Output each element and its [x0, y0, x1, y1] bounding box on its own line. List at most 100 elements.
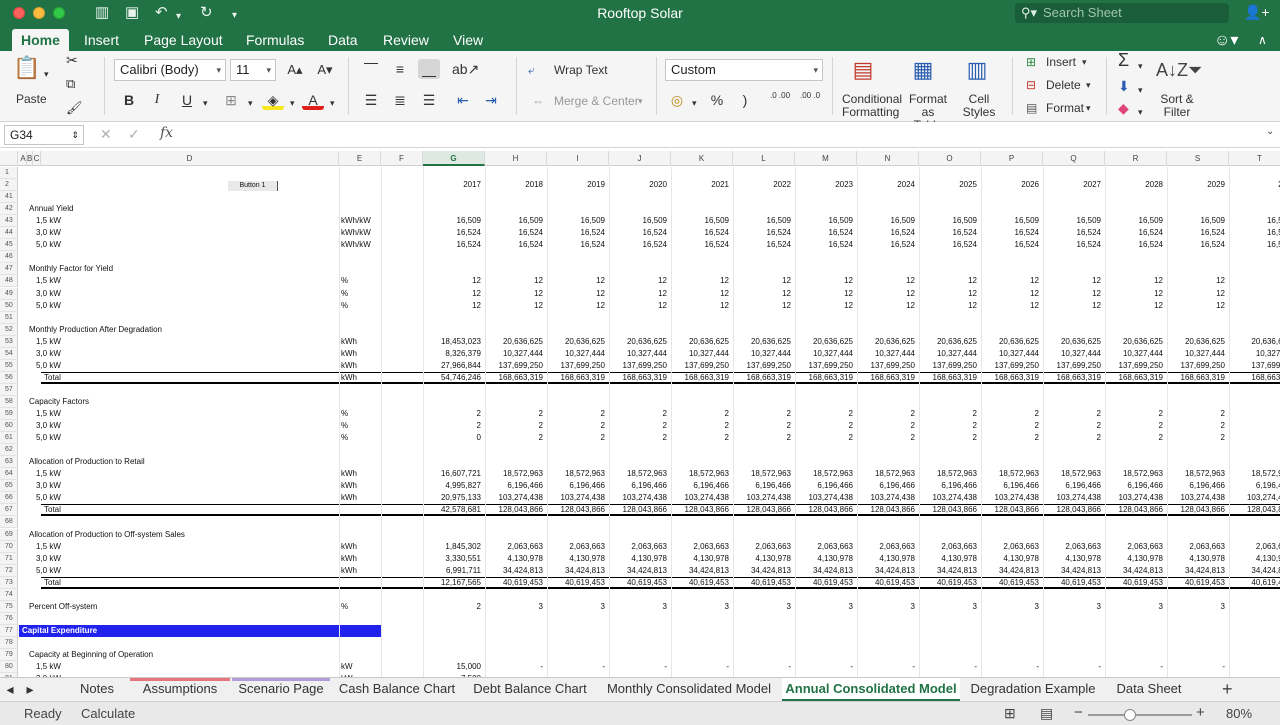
unit-cell[interactable]: kWh	[341, 565, 357, 577]
row-number[interactable]: 41	[0, 191, 18, 204]
value-cell[interactable]: 42,578,681	[423, 504, 481, 516]
row-label[interactable]: 1,5 kW	[36, 215, 61, 227]
value-cell[interactable]: 12	[981, 288, 1039, 300]
confirm-edit-icon[interactable]: ✓	[128, 126, 140, 143]
row-number[interactable]: 56	[0, 371, 18, 384]
value-cell[interactable]: 16,524	[733, 227, 791, 239]
value-cell[interactable]: 128,043,866	[1167, 504, 1226, 516]
value-cell[interactable]: 4,130,978	[547, 553, 605, 565]
year-header-cell[interactable]: 2026	[981, 179, 1039, 191]
column-header[interactable]: D	[41, 151, 339, 166]
value-cell[interactable]: 12	[485, 275, 543, 287]
cell-styles-button[interactable]: Cell Styles	[960, 93, 998, 119]
value-cell[interactable]: 18,572,963	[609, 468, 667, 480]
value-cell[interactable]: 34,424,81	[1229, 565, 1280, 577]
conditional-formatting-icon[interactable]: ▤	[848, 57, 878, 83]
value-cell[interactable]: 128,043,866	[733, 504, 792, 516]
value-cell[interactable]: 2	[919, 408, 977, 420]
name-box[interactable]: G34 ⇕	[4, 125, 84, 145]
value-cell[interactable]: 2	[795, 408, 853, 420]
value-cell[interactable]: 2	[609, 420, 667, 432]
align-center-icon[interactable]: ≣	[389, 90, 411, 110]
zoom-in-icon[interactable]: +	[1196, 704, 1205, 721]
value-cell[interactable]: 16,524	[857, 227, 915, 239]
wrap-text-button[interactable]: Wrap Text	[554, 63, 608, 77]
unit-cell[interactable]: kWh	[341, 336, 357, 348]
value-cell[interactable]: 16,509	[1167, 215, 1225, 227]
value-cell[interactable]: 12	[733, 300, 791, 312]
value-cell[interactable]: 16,509	[485, 215, 543, 227]
value-cell[interactable]: 0	[423, 432, 481, 444]
row-label[interactable]: Percent Off-system	[29, 601, 97, 613]
value-cell[interactable]: 2	[1105, 420, 1163, 432]
value-cell[interactable]: 34,424,813	[547, 565, 605, 577]
value-cell[interactable]: 4,130,978	[1105, 553, 1163, 565]
unit-cell[interactable]: kWh/kW	[341, 227, 371, 239]
text-orientation-icon[interactable]: ab↗	[452, 59, 479, 79]
value-cell[interactable]: 12	[1167, 300, 1225, 312]
value-cell[interactable]: 2	[671, 420, 729, 432]
column-header[interactable]: K	[671, 151, 733, 166]
button-1[interactable]: Button 1	[228, 181, 278, 192]
clear-dropdown-icon[interactable]: ▾	[1138, 105, 1143, 119]
section-label[interactable]: Monthly Factor for Yield	[29, 263, 113, 275]
value-cell[interactable]: 2	[981, 432, 1039, 444]
value-cell[interactable]: 12	[733, 288, 791, 300]
value-cell[interactable]: 16,524	[1043, 239, 1101, 251]
value-cell[interactable]: 103,274,438	[919, 492, 978, 504]
insert-function-button[interactable]: fx	[160, 125, 173, 141]
row-number[interactable]: 58	[0, 395, 18, 408]
unit-cell[interactable]: %	[341, 420, 348, 432]
value-cell[interactable]: 6,196,466	[919, 480, 977, 492]
value-cell[interactable]: 12	[671, 288, 729, 300]
merge-center-icon[interactable]: ⇔	[532, 94, 544, 108]
row-number[interactable]: 60	[0, 420, 18, 433]
value-cell[interactable]: 3	[671, 601, 729, 613]
unit-cell[interactable]: %	[341, 288, 348, 300]
tab-insert[interactable]: Insert	[84, 32, 119, 48]
align-left-icon[interactable]: ☰	[360, 90, 382, 110]
value-cell[interactable]: 3	[609, 601, 667, 613]
row-number[interactable]: 79	[0, 649, 18, 661]
value-cell[interactable]: 34,424,813	[919, 565, 977, 577]
value-cell[interactable]: 2	[485, 420, 543, 432]
value-cell[interactable]: 12	[857, 300, 915, 312]
increase-indent-icon[interactable]: ⇥	[480, 90, 502, 110]
value-cell[interactable]: 16,524	[733, 239, 791, 251]
value-cell[interactable]: 18,453,023	[423, 336, 481, 348]
value-cell[interactable]: 168,663,319	[1167, 372, 1226, 384]
value-cell[interactable]: 128,043,866	[1105, 504, 1164, 516]
column-header[interactable]: S	[1167, 151, 1229, 166]
unit-cell[interactable]: kW	[341, 661, 353, 673]
sheet-tab[interactable]: Assumptions	[130, 678, 230, 701]
value-cell[interactable]: 16,524	[547, 227, 605, 239]
value-cell[interactable]: 2,063,663	[1043, 541, 1101, 553]
value-cell[interactable]: 18,572,963	[981, 468, 1039, 480]
column-header[interactable]: G	[423, 151, 485, 166]
value-cell[interactable]: 2	[919, 420, 977, 432]
value-cell[interactable]: 2,063,663	[547, 541, 605, 553]
row-number[interactable]: 70	[0, 540, 18, 553]
row-number[interactable]: 52	[0, 323, 18, 336]
decrease-decimal-button[interactable]: .00 .0	[800, 91, 824, 100]
section-label[interactable]: Capacity at Beginning of Operation	[29, 649, 153, 661]
column-header[interactable]: M	[795, 151, 857, 166]
value-cell[interactable]: 12	[609, 300, 667, 312]
value-cell[interactable]: -	[733, 661, 791, 673]
value-cell[interactable]: 3	[547, 601, 605, 613]
value-cell[interactable]: 168,663,319	[981, 372, 1040, 384]
value-cell[interactable]: 4,130,978	[733, 553, 791, 565]
row-number[interactable]: 65	[0, 480, 18, 493]
value-cell[interactable]: 168,663,319	[547, 372, 606, 384]
row-label[interactable]: 1,5 kW	[36, 275, 61, 287]
value-cell[interactable]: 6,196,466	[1167, 480, 1225, 492]
value-cell[interactable]: 20,975,133	[423, 492, 481, 504]
value-cell[interactable]: 137,699,250	[671, 360, 730, 372]
value-cell[interactable]: 12	[1043, 300, 1101, 312]
value-cell[interactable]: 137,699,250	[609, 360, 668, 372]
value-cell[interactable]: 16,509	[423, 215, 481, 227]
value-cell[interactable]: 20,636,625	[1043, 336, 1101, 348]
value-cell[interactable]: 16,524	[857, 239, 915, 251]
value-cell[interactable]: 128,043,866	[1043, 504, 1102, 516]
value-cell[interactable]: 2	[1105, 432, 1163, 444]
